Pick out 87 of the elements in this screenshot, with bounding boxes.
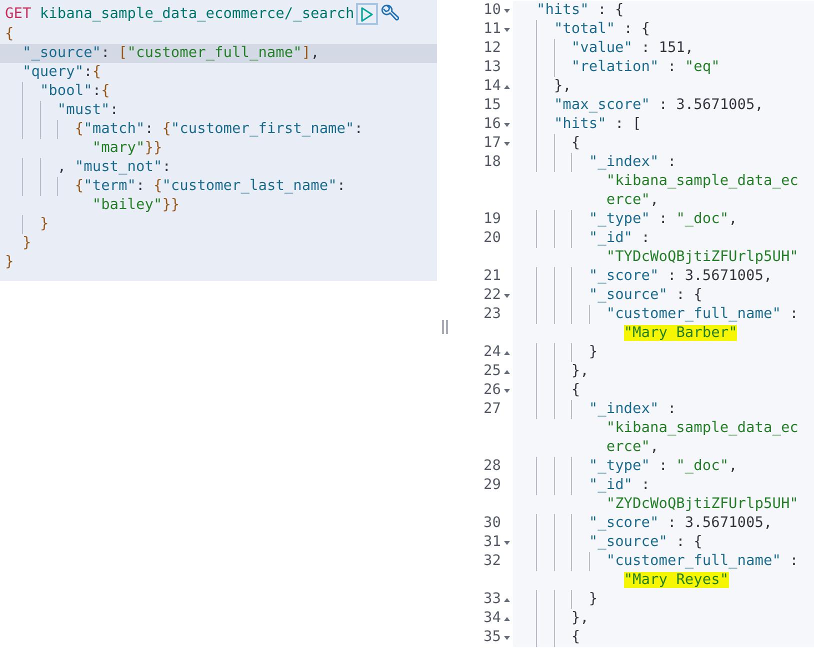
- code-line: },: [519, 363, 589, 379]
- code-line: "_index" :: [519, 154, 676, 170]
- line-number: 35: [484, 628, 501, 647]
- line-number: 30: [484, 514, 501, 533]
- code-line: "relation" : "eq": [519, 59, 720, 75]
- code-line: GET kibana_sample_data_ecommerce/_search: [4, 4, 354, 24]
- line-number: 12: [484, 39, 501, 58]
- line-number: 34: [484, 609, 501, 628]
- line-number: 10: [484, 1, 501, 20]
- code-line: "kibana_sample_data_ec: [605, 173, 798, 189]
- code-line: erce",: [605, 439, 659, 455]
- line-number: 24: [484, 343, 501, 362]
- line-number: 29: [484, 476, 501, 495]
- line-number: 28: [484, 457, 501, 476]
- caret-down-icon[interactable]: [503, 26, 511, 34]
- run-button[interactable]: [356, 3, 378, 25]
- code-line: "_index" :: [519, 401, 676, 417]
- resize-handle-icon[interactable]: [442, 320, 448, 334]
- line-number: 23: [484, 305, 501, 324]
- caret-up-icon[interactable]: [503, 614, 511, 622]
- caret-down-icon[interactable]: [503, 634, 511, 642]
- code-line: {: [519, 629, 580, 645]
- line-number: 11: [484, 20, 501, 39]
- code-line: "_type" : "_doc",: [519, 458, 738, 474]
- caret-down-icon[interactable]: [503, 140, 511, 148]
- play-icon: [361, 6, 374, 22]
- code-line: {: [519, 382, 580, 398]
- code-line: "TYDcWoQBjtiZFUrlp5UH": [605, 249, 798, 265]
- line-number: 13: [484, 58, 501, 77]
- line-number: 18: [484, 153, 501, 172]
- line-number: 33: [484, 590, 501, 609]
- caret-down-icon[interactable]: [503, 386, 511, 394]
- code-line: "bailey"}}: [91, 196, 181, 215]
- code-line: "kibana_sample_data_ec: [605, 420, 798, 436]
- code-line: "max_score" : 3.5671005,: [519, 97, 764, 113]
- line-number: 31: [484, 533, 501, 552]
- code-line: "_score" : 3.5671005,: [519, 515, 772, 531]
- line-number: 20: [484, 229, 501, 248]
- code-line: "query":{: [21, 63, 102, 82]
- line-number: 22: [484, 286, 501, 305]
- line-number: 19: [484, 210, 501, 229]
- code-line: }: [519, 344, 598, 360]
- code-line: , "must_not":: [0, 158, 437, 177]
- caret-down-icon[interactable]: [503, 538, 511, 546]
- line-number: 17: [484, 134, 501, 153]
- code-line: {"term": {"customer_last_name":: [0, 177, 437, 196]
- code-line: "_score" : 3.5671005,: [519, 268, 772, 284]
- code-line: },: [519, 78, 572, 94]
- code-line: "_id" :: [519, 477, 650, 493]
- line-number: 27: [484, 400, 501, 419]
- code-line: "_id" :: [519, 230, 650, 246]
- line-number: 26: [484, 381, 501, 400]
- code-line: "mary"}}: [91, 139, 164, 158]
- caret-down-icon[interactable]: [503, 120, 511, 128]
- code-line: "hits" : [: [519, 116, 642, 132]
- code-line: {: [519, 135, 580, 151]
- code-line: }: [4, 253, 15, 272]
- code-line: }: [21, 234, 32, 253]
- code-line: "bool":{: [0, 82, 437, 101]
- line-number: 21: [484, 267, 501, 286]
- code-line: "total" : {: [519, 21, 650, 37]
- code-line: "must":: [0, 101, 437, 120]
- code-line: "hits" : {: [535, 2, 624, 18]
- code-line: "_source" : {: [519, 534, 702, 550]
- code-line: }: [0, 215, 437, 234]
- caret-up-icon[interactable]: [503, 82, 511, 90]
- code-line: "value" : 151,: [519, 40, 694, 56]
- caret-up-icon[interactable]: [503, 596, 511, 604]
- caret-up-icon[interactable]: [503, 348, 511, 356]
- caret-down-icon[interactable]: [503, 292, 511, 300]
- code-line: "customer_full_name" :: [519, 306, 798, 322]
- code-line: erce",: [605, 192, 659, 208]
- code-line: }: [519, 591, 598, 607]
- caret-down-icon[interactable]: [503, 6, 511, 14]
- line-number: 14: [484, 77, 501, 96]
- code-line: {: [4, 25, 15, 44]
- code-line: "_source" : {: [519, 287, 702, 303]
- caret-up-icon[interactable]: [503, 368, 511, 376]
- line-number: 15: [484, 96, 501, 115]
- line-number: 16: [484, 115, 501, 134]
- line-number: 32: [484, 552, 501, 571]
- code-line: "_type" : "_doc",: [519, 211, 738, 227]
- code-line: "ZYDcWoQBjtiZFUrlp5UH": [605, 496, 798, 512]
- line-number: 25: [484, 362, 501, 381]
- code-line: "customer_full_name" :: [519, 553, 798, 569]
- code-line: {"match": {"customer_first_name":: [0, 120, 437, 139]
- code-line: },: [519, 610, 589, 626]
